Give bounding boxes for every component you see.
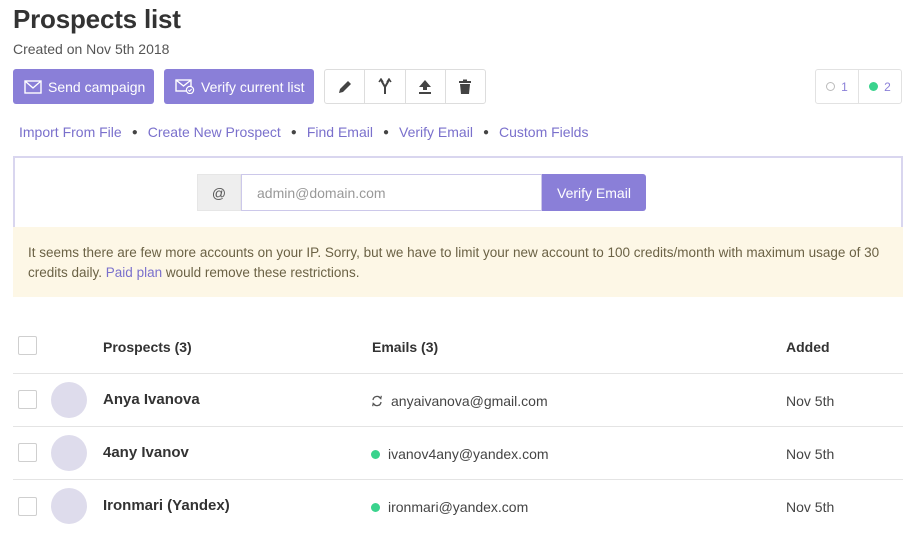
- green-dot-icon: [869, 82, 879, 91]
- filter-valid[interactable]: 2: [859, 70, 901, 103]
- create-new-prospect-link[interactable]: Create New Prospect: [148, 124, 281, 140]
- custom-fields-link[interactable]: Custom Fields: [499, 124, 588, 140]
- row-divider: [13, 479, 903, 480]
- prospect-email: ironmari@yandex.com: [371, 499, 528, 515]
- valid-status-icon: [371, 449, 380, 459]
- verify-email-button[interactable]: Verify Email: [542, 174, 646, 211]
- row-divider: [13, 426, 903, 427]
- email-text: ivanov4any@yandex.com: [388, 446, 549, 462]
- link-separator: ●: [131, 126, 138, 138]
- upload-icon: [419, 79, 432, 94]
- added-date: Nov 5th: [786, 393, 835, 409]
- row-checkbox[interactable]: [18, 390, 37, 409]
- export-button[interactable]: [406, 70, 446, 103]
- status-filter: 1 2: [815, 69, 902, 104]
- paid-plan-link[interactable]: Paid plan: [106, 265, 162, 280]
- avatar: [51, 382, 87, 418]
- verify-current-list-label: Verify current list: [201, 78, 305, 95]
- merge-icon: [378, 77, 392, 94]
- import-from-file-link[interactable]: Import From File: [19, 124, 122, 140]
- link-separator: ●: [482, 126, 489, 138]
- avatar: [51, 488, 87, 524]
- prospect-email: ivanov4any@yandex.com: [371, 446, 549, 462]
- avatar: [51, 435, 87, 471]
- prospect-name[interactable]: 4any Ivanov: [103, 444, 189, 461]
- valid-status-icon: [371, 502, 380, 512]
- envelope-icon: [24, 79, 42, 94]
- added-date: Nov 5th: [786, 446, 835, 462]
- limit-notice: It seems there are few more accounts on …: [13, 227, 903, 297]
- row-checkbox[interactable]: [18, 443, 37, 462]
- prospect-name[interactable]: Ironmari (Yandex): [103, 497, 230, 514]
- delete-button[interactable]: [446, 70, 485, 103]
- pencil-icon: [338, 80, 351, 93]
- select-all-checkbox[interactable]: [18, 336, 37, 355]
- list-tools: [324, 69, 486, 104]
- valid-count: 2: [884, 79, 891, 94]
- page-subtitle: Created on Nov 5th 2018: [13, 41, 170, 57]
- find-email-link[interactable]: Find Email: [307, 124, 373, 140]
- added-header[interactable]: Added: [786, 339, 830, 355]
- email-text: anyaivanova@gmail.com: [391, 393, 548, 409]
- notice-suffix: would remove these restrictions.: [165, 265, 360, 280]
- email-text: ironmari@yandex.com: [388, 499, 529, 515]
- added-date: Nov 5th: [786, 499, 835, 515]
- merge-button[interactable]: [365, 70, 406, 103]
- trash-icon: [459, 79, 472, 94]
- sync-icon: [372, 395, 382, 407]
- row-divider: [13, 373, 903, 374]
- verify-email-link[interactable]: Verify Email: [399, 124, 473, 140]
- send-campaign-label: Send campaign: [48, 78, 146, 95]
- link-separator: ●: [290, 126, 297, 138]
- send-campaign-button[interactable]: Send campaign: [13, 69, 154, 104]
- page-title: Prospects list: [13, 4, 181, 34]
- prospect-name[interactable]: Anya Ivanova: [103, 391, 200, 408]
- unverified-count: 1: [841, 79, 848, 94]
- emails-header[interactable]: Emails (3): [372, 339, 438, 355]
- verify-current-list-button[interactable]: Verify current list: [164, 69, 314, 104]
- row-checkbox[interactable]: [18, 497, 37, 516]
- verify-email-input[interactable]: [241, 174, 542, 211]
- action-links: Import From File ● Create New Prospect ●…: [19, 124, 588, 140]
- prospects-header[interactable]: Prospects (3): [103, 339, 192, 355]
- envelope-check-icon: [175, 79, 195, 94]
- prospect-email: anyaivanova@gmail.com: [371, 393, 548, 409]
- link-separator: ●: [382, 126, 390, 138]
- edit-button[interactable]: [325, 70, 366, 103]
- at-addon: @: [197, 174, 241, 211]
- filter-unverified[interactable]: 1: [816, 70, 859, 103]
- empty-circle-icon: [826, 82, 836, 91]
